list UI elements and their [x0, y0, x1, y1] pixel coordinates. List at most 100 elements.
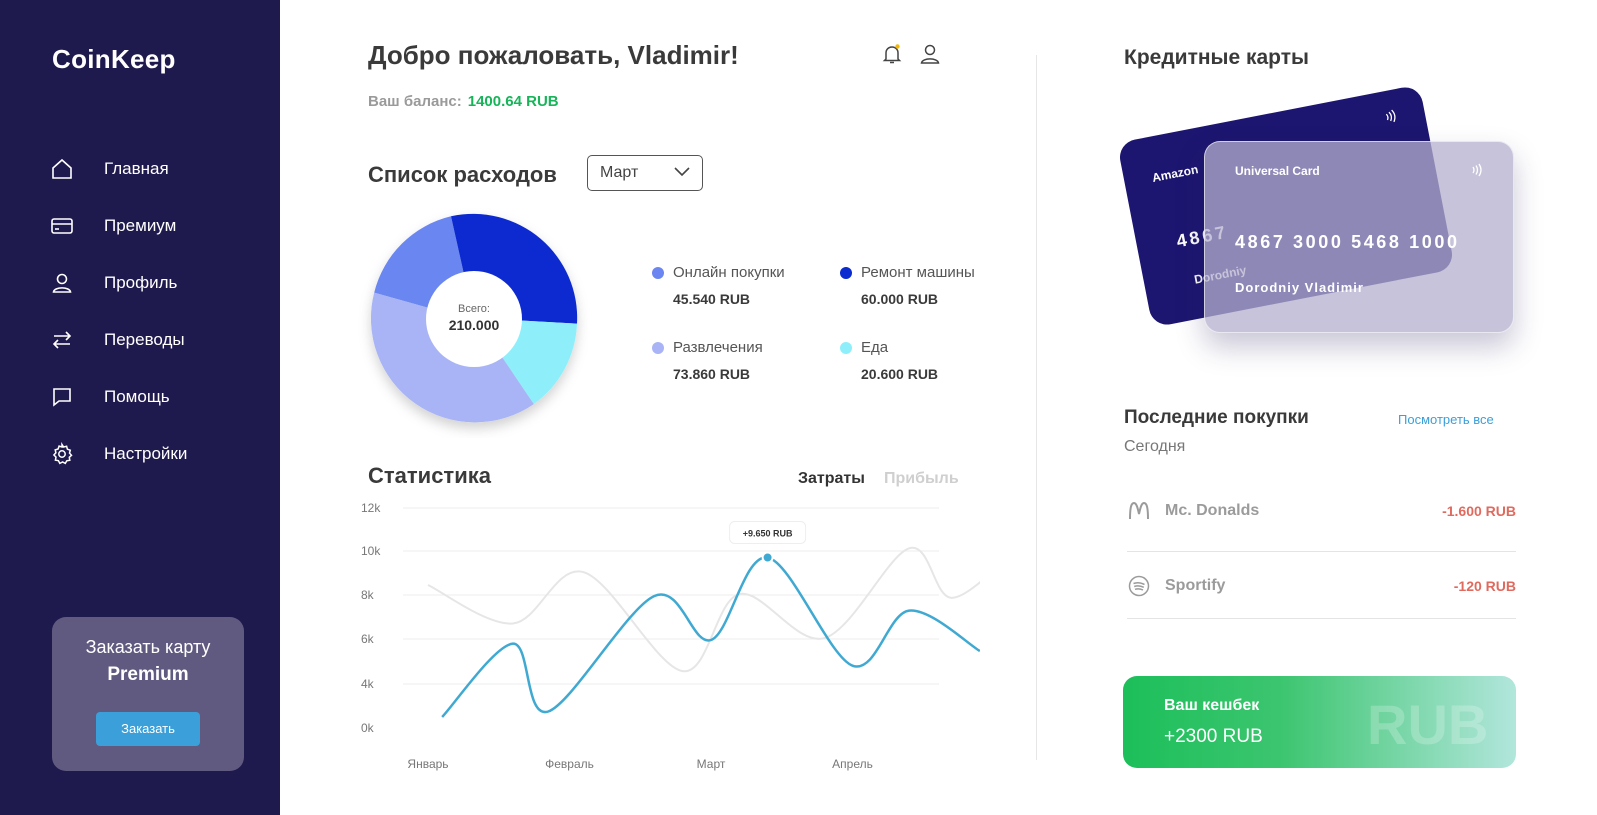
sidebar: CoinKeep Главная Премиум Профиль Перевод…	[0, 0, 280, 815]
promo-line-1: Заказать карту	[85, 637, 211, 657]
x-tick-label: Апрель	[832, 757, 873, 771]
balance-value: 1400.64 RUB	[467, 93, 559, 110]
contactless-icon	[1381, 107, 1401, 131]
legend-dot	[840, 266, 852, 279]
legend-name: Развлечения	[673, 339, 763, 356]
x-tick-label: Март	[697, 757, 726, 771]
chart-y-axis: 0k 4k 6k 8k 10k 12k	[361, 501, 381, 735]
gear-icon	[50, 441, 74, 466]
column-divider	[1036, 55, 1037, 760]
chart-grid	[403, 507, 939, 685]
expenses-title: Список расходов	[368, 162, 557, 187]
y-tick-label: 8k	[361, 588, 375, 602]
tab-expenses[interactable]: Затраты	[798, 470, 865, 488]
x-tick-label: Январь	[407, 757, 448, 771]
date-group-label: Сегодня	[1124, 438, 1186, 455]
legend-name: Еда	[861, 339, 889, 356]
credit-card-universal[interactable]: Universal Card 4867 3000 5468 1000 Dorod…	[1204, 141, 1514, 333]
purchase-amount: -1.600 RUB	[1442, 503, 1516, 519]
sidebar-item-home[interactable]: Главная	[50, 140, 187, 197]
spotify-icon	[1127, 575, 1151, 597]
legend-value: 60.000 RUB	[861, 291, 939, 307]
credit-cards-title: Кредитные карты	[1124, 46, 1309, 69]
cashback-watermark: RUB	[1367, 693, 1489, 756]
donut-total-value: 210.000	[449, 317, 500, 333]
legend-online-purchases: Онлайн покупки 45.540 RUB	[652, 264, 785, 307]
card-brand: Amazon	[1150, 162, 1200, 185]
credit-card-icon	[50, 214, 74, 238]
home-icon	[50, 157, 74, 181]
legend-entertainment: Развлечения 73.860 RUB	[652, 339, 763, 382]
legend-value: 73.860 RUB	[673, 366, 751, 382]
balance-label: Ваш баланс:	[368, 93, 462, 110]
chart-lines	[427, 547, 980, 718]
sidebar-item-profile[interactable]: Профиль	[50, 254, 187, 311]
mcdonalds-icon	[1127, 502, 1151, 520]
premium-promo-card: Заказать карту Premium Заказать	[52, 617, 244, 771]
legend-food: Еда 20.600 RUB	[840, 339, 938, 382]
user-account-icon[interactable]	[918, 42, 942, 71]
series-line-previous	[427, 547, 980, 673]
sidebar-item-premium[interactable]: Премиум	[50, 197, 187, 254]
tooltip-point[interactable]	[761, 551, 774, 564]
chevron-down-icon	[674, 164, 690, 182]
statistics-line-chart: 0k 4k 6k 8k 10k 12k Январь Февраль Март Апрель +…	[361, 501, 980, 771]
chat-icon	[50, 385, 74, 409]
tooltip-text: +9.650 RUB	[743, 529, 793, 539]
y-tick-label: 12k	[361, 501, 381, 515]
y-tick-label: 10k	[361, 544, 381, 558]
x-tick-label: Февраль	[545, 757, 594, 771]
purchase-name: Mc. Donalds	[1165, 502, 1260, 519]
purchase-name: Sportify	[1165, 577, 1226, 594]
order-card-button[interactable]: Заказать	[96, 712, 200, 746]
month-select-value: Март	[600, 164, 639, 181]
sidebar-item-label: Профиль	[104, 272, 178, 292]
tab-income[interactable]: Прибыль	[884, 470, 959, 488]
statistics-title: Статистика	[368, 463, 491, 488]
purchase-divider	[1127, 618, 1516, 619]
recent-purchases-title: Последние покупки	[1124, 407, 1309, 428]
sidebar-nav: Главная Премиум Профиль Переводы Помощь	[50, 140, 187, 482]
cashback-title: Ваш кешбек	[1164, 697, 1260, 714]
legend-value: 45.540 RUB	[673, 291, 751, 307]
card-holder: Dorodniy Vladimir	[1235, 280, 1364, 295]
app-logo[interactable]: CoinKeep	[52, 44, 176, 75]
user-icon	[50, 271, 74, 295]
legend-dot	[652, 266, 664, 279]
sidebar-item-label: Настройки	[104, 443, 188, 463]
promo-line-2: Premium	[107, 664, 189, 685]
sidebar-item-help[interactable]: Помощь	[50, 368, 187, 425]
card-brand: Universal Card	[1235, 164, 1320, 178]
month-select[interactable]: Март	[587, 155, 703, 191]
purchase-divider	[1127, 551, 1516, 552]
legend-name: Онлайн покупки	[673, 264, 785, 281]
legend-name: Ремонт машины	[861, 264, 975, 281]
y-tick-label: 4k	[361, 677, 375, 691]
contactless-icon	[1469, 162, 1485, 183]
legend-dot	[652, 341, 664, 354]
y-tick-label: 6k	[361, 632, 375, 646]
y-tick-label: 0k	[361, 721, 375, 735]
transfer-icon	[50, 328, 74, 352]
sidebar-item-label: Премиум	[104, 215, 177, 235]
sidebar-item-label: Главная	[104, 158, 169, 178]
purchase-amount: -120 RUB	[1453, 578, 1516, 594]
cashback-card[interactable]: RUB Ваш кешбек +2300 RUB	[1123, 676, 1516, 768]
notification-bell-icon[interactable]	[880, 42, 904, 71]
sidebar-item-settings[interactable]: Настройки	[50, 425, 187, 482]
cashback-value: +2300 RUB	[1164, 726, 1263, 747]
see-all-link[interactable]: Посмотреть все	[1398, 412, 1494, 427]
legend-value: 20.600 RUB	[861, 366, 939, 382]
chart-tooltip: +9.650 RUB	[729, 521, 807, 564]
sidebar-item-label: Помощь	[104, 386, 170, 406]
balance-line: Ваш баланс: 1400.64 RUB	[368, 93, 559, 110]
chart-x-axis: Январь Февраль Март Апрель	[407, 757, 872, 771]
purchase-row[interactable]: Sportify -120 RUB	[1127, 553, 1516, 619]
legend-dot	[840, 341, 852, 354]
card-number: 4867 3000 5468 1000	[1235, 232, 1460, 252]
sidebar-item-transfers[interactable]: Переводы	[50, 311, 187, 368]
purchase-row[interactable]: Mc. Donalds -1.600 RUB	[1127, 478, 1516, 544]
legend-car-repair: Ремонт машины 60.000 RUB	[840, 264, 975, 307]
sidebar-item-label: Переводы	[104, 329, 185, 349]
expenses-donut-chart: Всего: 210.000	[370, 213, 578, 423]
